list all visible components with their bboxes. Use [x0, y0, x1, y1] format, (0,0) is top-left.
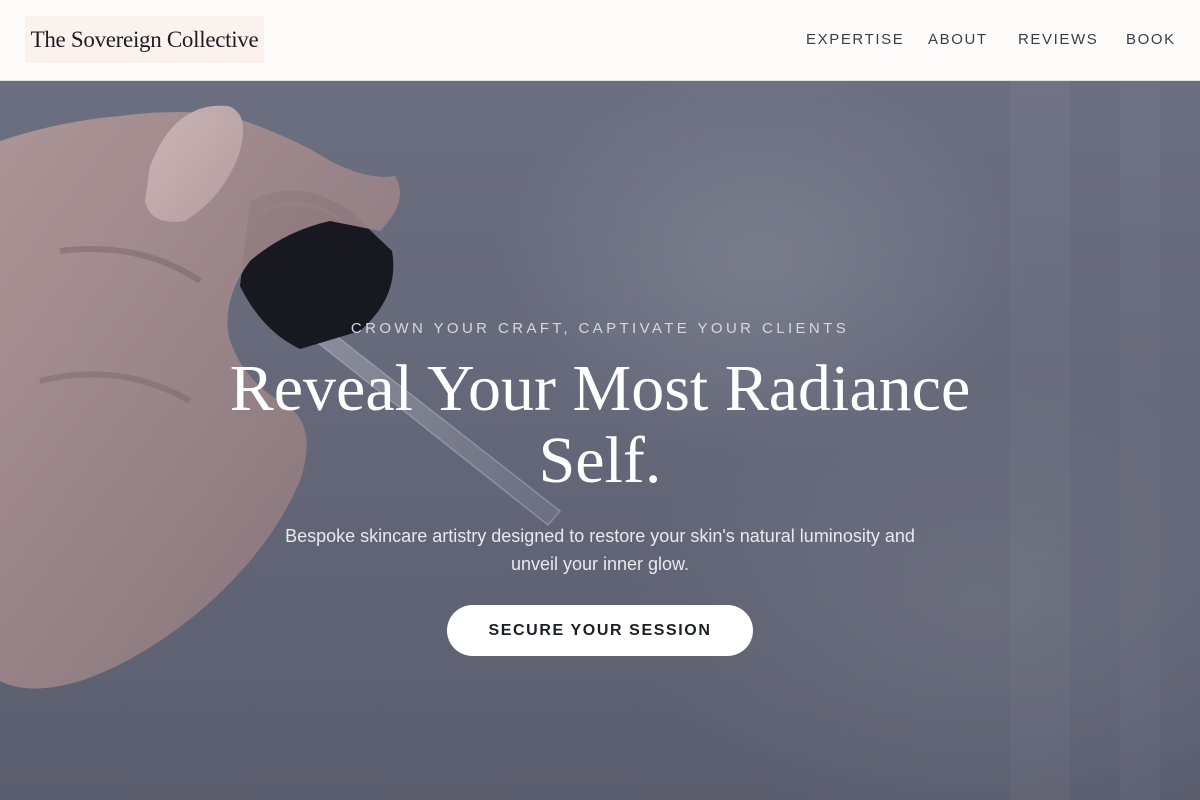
nav-link-about[interactable]: ABOUT — [928, 31, 988, 48]
secure-session-button[interactable]: SECURE YOUR SESSION — [447, 605, 753, 656]
site-header: The Sovereign Collective EXPERTISE ABOUT… — [0, 0, 1200, 81]
nav-link-reviews[interactable]: REVIEWS — [1018, 31, 1098, 48]
brand-name: The Sovereign Collective — [30, 26, 259, 52]
cta-label: SECURE YOUR SESSION — [488, 621, 712, 639]
brand-logo[interactable]: The Sovereign Collective — [25, 16, 264, 63]
nav-link-expertise[interactable]: EXPERTISE — [806, 31, 904, 48]
hero-headline: Reveal Your Most Radiance Self. — [229, 352, 971, 497]
nav-link-book[interactable]: BOOK — [1126, 31, 1176, 48]
hero-section: CROWN YOUR CRAFT, CAPTIVATE YOUR CLIENTS… — [0, 81, 1200, 800]
hero-eyebrow: CROWN YOUR CRAFT, CAPTIVATE YOUR CLIENTS — [350, 320, 850, 337]
hero-subtext: Bespoke skincare artistry designed to re… — [285, 526, 915, 574]
